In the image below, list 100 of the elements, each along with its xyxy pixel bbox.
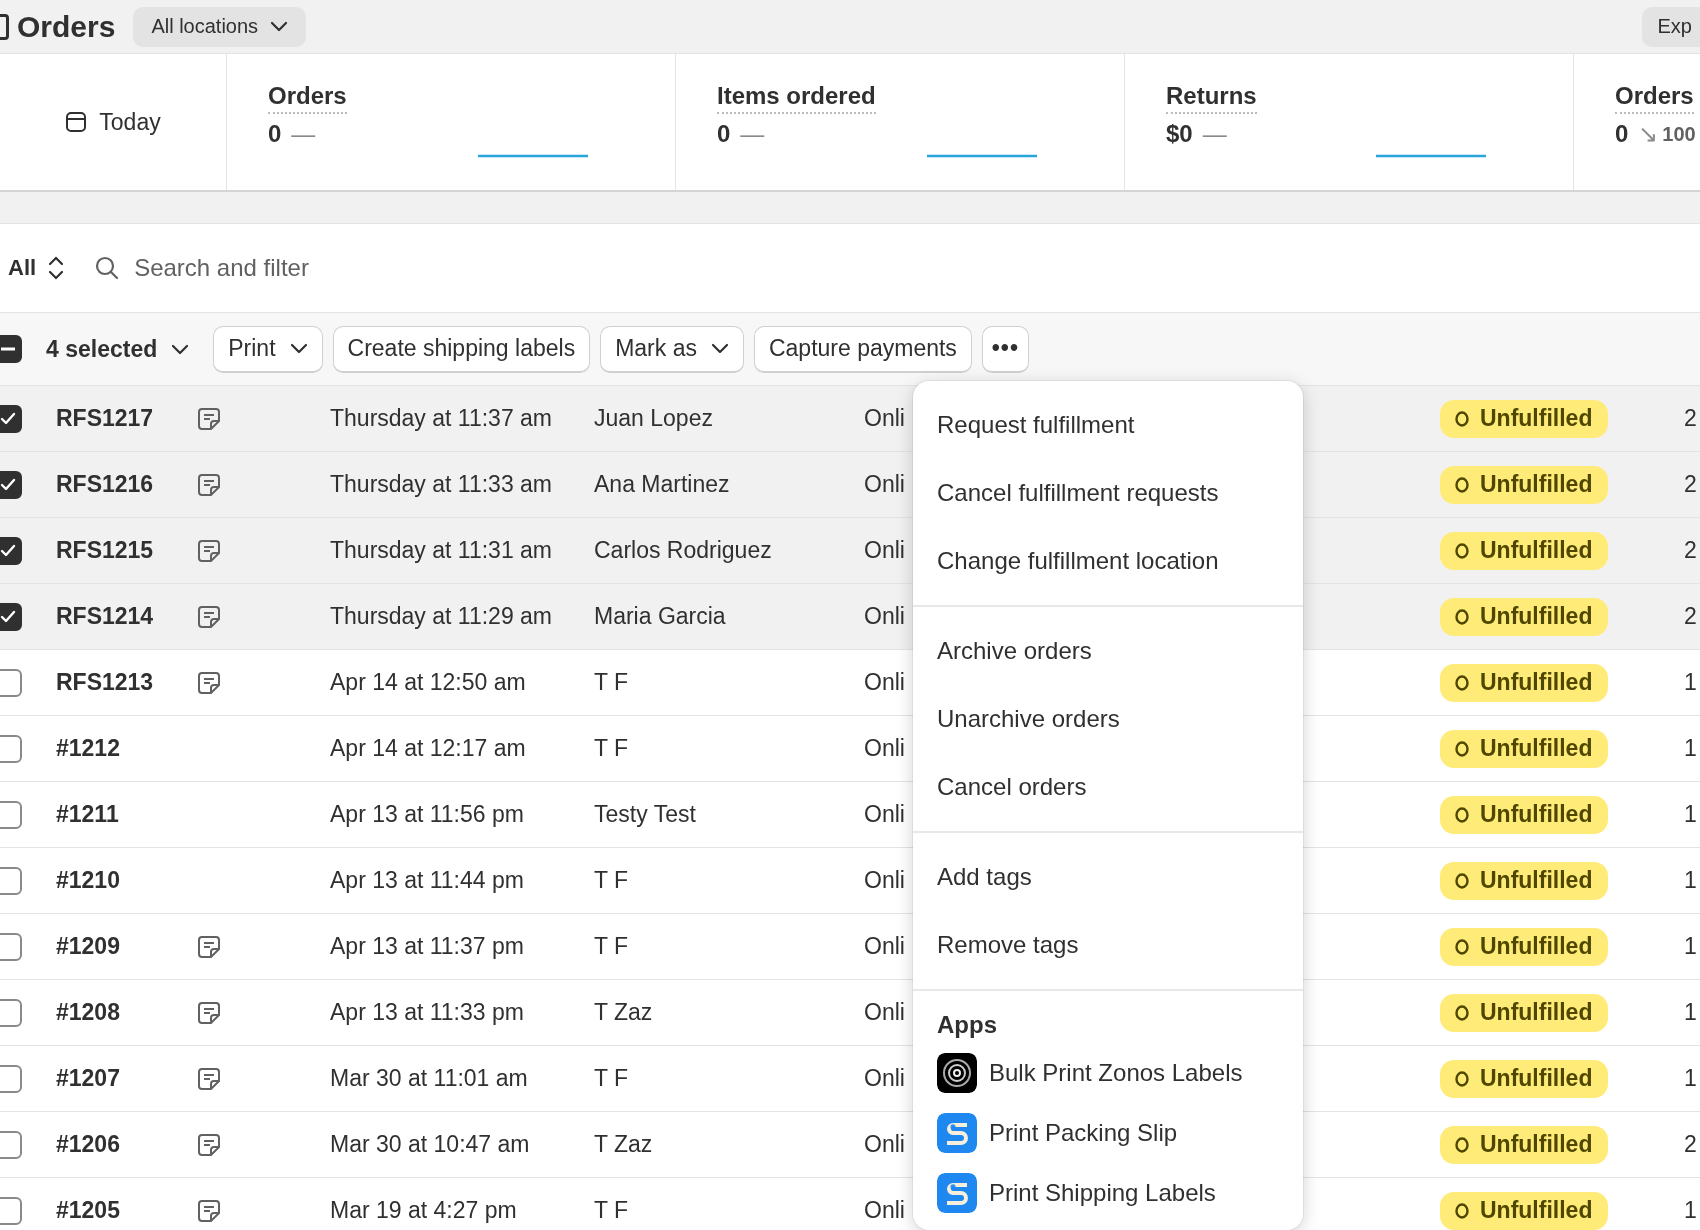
note-icon[interactable] [197, 934, 221, 959]
row-checkbox[interactable] [0, 602, 22, 631]
sales-channel: Onli [864, 471, 905, 497]
location-button[interactable]: All locations [133, 6, 307, 47]
row-checkbox[interactable] [0, 1064, 22, 1093]
note-icon[interactable] [197, 538, 221, 563]
menu-item[interactable]: Bulk Print Zonos Labels [913, 1043, 1303, 1103]
menu-item[interactable]: Remove tags [913, 911, 1303, 979]
action-button[interactable]: Capture payments [753, 325, 972, 373]
customer-name: Maria Garcia [594, 603, 726, 629]
sales-channel: Onli [864, 669, 905, 695]
order-number[interactable]: #1211 [56, 801, 119, 827]
note-icon[interactable] [197, 1000, 221, 1025]
metric-label[interactable]: Orders [1615, 82, 1694, 114]
selected-count-button[interactable]: 4 selected [46, 335, 190, 363]
trend-indicator: ↘ [1638, 120, 1659, 148]
order-number[interactable]: #1207 [56, 1065, 120, 1091]
menu-item[interactable]: Request fulfillment [913, 391, 1303, 459]
order-number[interactable]: RFS1215 [56, 537, 154, 563]
menu-item[interactable]: Print Shipping Labels [913, 1163, 1303, 1223]
note-icon[interactable] [197, 670, 221, 695]
checkmark-icon [0, 412, 16, 425]
sales-channel: Onli [864, 1065, 905, 1091]
sales-channel: Onli [864, 537, 905, 563]
metric-label[interactable]: Items ordered [717, 82, 876, 114]
search-field[interactable]: Search and filter [94, 254, 309, 282]
row-checkbox[interactable] [0, 404, 22, 433]
row-checkbox[interactable] [0, 866, 22, 895]
order-number[interactable]: #1206 [56, 1131, 120, 1157]
order-number[interactable]: RFS1217 [56, 405, 154, 431]
customer-name: Carlos Rodriguez [594, 537, 772, 563]
note-icon[interactable] [197, 1132, 221, 1157]
sales-channel: Onli [864, 999, 905, 1025]
order-date: Apr 13 at 11:33 pm [330, 999, 524, 1025]
row-checkbox[interactable] [0, 470, 22, 499]
row-checkbox[interactable] [0, 998, 22, 1027]
note-icon[interactable] [197, 406, 221, 431]
metric-value: 0 [268, 120, 282, 148]
customer-name: Juan Lopez [594, 405, 713, 431]
row-checkbox[interactable] [0, 1130, 22, 1159]
order-number[interactable]: RFS1213 [56, 669, 154, 695]
export-button[interactable]: Exp [1641, 6, 1700, 47]
fulfillment-status-badge: Unfulfilled [1440, 465, 1609, 504]
chevron-down-icon [289, 343, 308, 354]
fulfillment-status-badge: Unfulfilled [1440, 729, 1609, 768]
more-actions-button[interactable]: ••• [981, 325, 1029, 373]
fulfillment-status-badge: Unfulfilled [1440, 531, 1609, 570]
row-checkbox[interactable] [0, 668, 22, 697]
dropdown-button[interactable]: Mark as [600, 325, 744, 373]
menu-item[interactable]: Cancel orders [913, 753, 1303, 821]
row-checkbox[interactable] [0, 734, 22, 763]
order-number[interactable]: #1205 [56, 1197, 120, 1223]
order-date: Apr 13 at 11:56 pm [330, 801, 524, 827]
customer-name: Testy Test [594, 801, 696, 827]
order-number[interactable]: #1209 [56, 933, 120, 959]
row-checkbox[interactable] [0, 536, 22, 565]
menu-item[interactable]: Unarchive orders [913, 685, 1303, 753]
metric-label[interactable]: Orders [268, 82, 347, 114]
chevron-down-icon [270, 21, 289, 32]
fulfillment-status-badge: Unfulfilled [1440, 1059, 1609, 1098]
period-label[interactable]: Today [99, 108, 161, 136]
menu-item[interactable]: Cancel fulfillment requests [913, 459, 1303, 527]
order-date: Apr 14 at 12:17 am [330, 735, 526, 761]
note-icon[interactable] [197, 1066, 221, 1091]
search-icon [94, 255, 121, 281]
row-checkbox[interactable] [0, 800, 22, 829]
order-number[interactable]: RFS1214 [56, 603, 154, 629]
note-icon[interactable] [197, 604, 221, 629]
row-checkbox[interactable] [0, 932, 22, 961]
order-number[interactable]: RFS1216 [56, 471, 154, 497]
customer-name: T Zaz [594, 1131, 653, 1157]
order-number[interactable]: #1212 [56, 735, 120, 761]
menu-item[interactable]: Add tags [913, 843, 1303, 911]
trend-indicator: — [291, 120, 316, 148]
sales-channel: Onli [864, 1131, 905, 1157]
row-checkbox[interactable] [0, 1196, 22, 1225]
chevron-down-icon [171, 343, 190, 355]
menu-item[interactable]: Print Packing Slip [913, 1103, 1303, 1163]
note-icon[interactable] [197, 472, 221, 497]
trend-indicator: — [1202, 120, 1227, 148]
table-cell: 2 [1684, 537, 1697, 563]
note-icon[interactable] [197, 1198, 221, 1223]
dropdown-button[interactable]: Print [213, 325, 323, 373]
select-all-checkbox[interactable] [0, 335, 22, 363]
customer-name: T F [594, 669, 629, 695]
view-selector[interactable]: All [8, 255, 37, 281]
order-number[interactable]: #1208 [56, 999, 120, 1025]
menu-item[interactable]: Archive orders [913, 617, 1303, 685]
menu-item[interactable]: Change fulfillment location [913, 527, 1303, 595]
table-cell: 2 [1684, 1131, 1697, 1157]
order-number[interactable]: #1210 [56, 867, 120, 893]
table-cell: 2 [1684, 405, 1697, 431]
table-cell: 1 [1684, 1065, 1697, 1091]
customer-name: T F [594, 933, 629, 959]
order-date: Apr 14 at 12:50 am [330, 669, 526, 695]
order-date: Thursday at 11:29 am [330, 603, 553, 629]
sort-icon[interactable] [48, 255, 65, 281]
metric-label[interactable]: Returns [1166, 82, 1257, 114]
action-button[interactable]: Create shipping labels [332, 325, 591, 373]
table-cell: 1 [1684, 669, 1697, 695]
